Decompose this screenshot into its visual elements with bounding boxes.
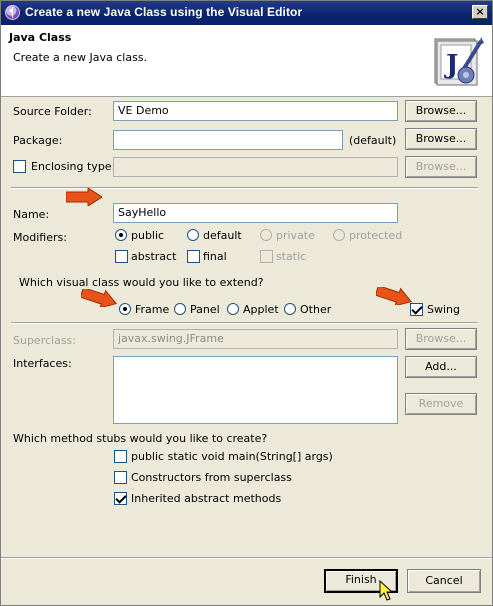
enclosing-type-label: Enclosing type:	[31, 160, 116, 173]
modifier-abstract-checkbox[interactable]	[115, 250, 128, 263]
superclass-label: Superclass:	[13, 334, 76, 347]
visual-panel-label: Panel	[190, 303, 220, 316]
stub-main-checkbox[interactable]	[114, 450, 127, 463]
header-title: Java Class	[9, 31, 72, 44]
superclass-input[interactable]: javax.swing.JFrame	[113, 329, 398, 349]
visual-frame-label: Frame	[135, 303, 170, 316]
wizard-header: Java Class Create a new Java class. J	[1, 25, 492, 97]
stub-constructors-checkbox[interactable]	[114, 471, 127, 484]
source-folder-input[interactable]: VE Demo	[113, 101, 398, 121]
modifier-private-radio[interactable]	[260, 229, 272, 241]
stub-inherited-abstract-label: Inherited abstract methods	[131, 492, 282, 505]
visual-applet-label: Applet	[243, 303, 279, 316]
header-description: Create a new Java class.	[13, 51, 148, 64]
visual-class-question: Which visual class would you like to ext…	[19, 276, 264, 289]
highlight-arrow-icon	[376, 287, 412, 305]
stub-main-label: public static void main(String[] args)	[131, 450, 333, 463]
modifier-public-label: public	[131, 229, 165, 242]
modifier-default-radio[interactable]	[187, 229, 199, 241]
superclass-browse-button[interactable]: Browse...	[405, 328, 477, 350]
separator	[11, 322, 478, 324]
visual-panel-radio[interactable]	[174, 303, 186, 315]
highlight-arrow-icon	[81, 289, 117, 307]
modifier-public-radio[interactable]	[115, 229, 127, 241]
class-name-input[interactable]: SayHello	[113, 203, 398, 223]
enclosing-type-input[interactable]	[113, 157, 398, 177]
swing-label: Swing	[427, 303, 460, 316]
stub-constructors-label: Constructors from superclass	[131, 471, 292, 484]
visual-frame-radio[interactable]	[119, 303, 131, 315]
source-folder-browse-button[interactable]: Browse...	[405, 100, 477, 122]
java-class-wizard-icon: J	[434, 37, 484, 86]
modifiers-label: Modifiers:	[13, 231, 67, 244]
visual-other-radio[interactable]	[284, 303, 296, 315]
eclipse-icon	[5, 5, 20, 20]
visual-other-label: Other	[300, 303, 332, 316]
title-bar[interactable]: Create a new Java Class using the Visual…	[1, 1, 492, 25]
footer-separator	[1, 557, 492, 559]
close-button[interactable]: ×	[472, 5, 488, 19]
enclosing-type-browse-button[interactable]: Browse...	[405, 156, 477, 178]
mouse-pointer-icon	[379, 580, 394, 601]
modifier-private-label: private	[276, 229, 315, 242]
visual-applet-radio[interactable]	[227, 303, 239, 315]
modifier-final-label: final	[203, 250, 227, 263]
name-label: Name:	[13, 208, 50, 221]
modifier-protected-label: protected	[349, 229, 403, 242]
package-browse-button[interactable]: Browse...	[405, 128, 477, 150]
interfaces-add-button[interactable]: Add...	[405, 356, 477, 378]
svg-text:J: J	[444, 50, 458, 80]
enclosing-type-checkbox[interactable]	[13, 160, 26, 173]
modifier-static-checkbox[interactable]	[260, 250, 273, 263]
cancel-button[interactable]: Cancel	[407, 569, 481, 593]
modifier-final-checkbox[interactable]	[187, 250, 200, 263]
stub-inherited-abstract-checkbox[interactable]	[114, 492, 127, 505]
interfaces-remove-button[interactable]: Remove	[405, 393, 477, 415]
interfaces-label: Interfaces:	[13, 357, 72, 370]
highlight-arrow-icon	[66, 188, 102, 206]
package-default-label: (default)	[349, 134, 397, 147]
interfaces-list[interactable]	[113, 356, 398, 424]
modifier-abstract-label: abstract	[131, 250, 177, 263]
package-input[interactable]	[113, 130, 343, 150]
new-java-class-dialog: Create a new Java Class using the Visual…	[0, 0, 493, 606]
modifier-default-label: default	[203, 229, 242, 242]
modifier-protected-radio[interactable]	[333, 229, 345, 241]
window-title: Create a new Java Class using the Visual…	[25, 5, 303, 19]
modifier-static-label: static	[276, 250, 307, 263]
method-stubs-question: Which method stubs would you like to cre…	[13, 432, 268, 445]
package-label: Package:	[13, 134, 63, 147]
source-folder-label: Source Folder:	[13, 105, 92, 118]
swing-checkbox[interactable]	[410, 303, 423, 316]
